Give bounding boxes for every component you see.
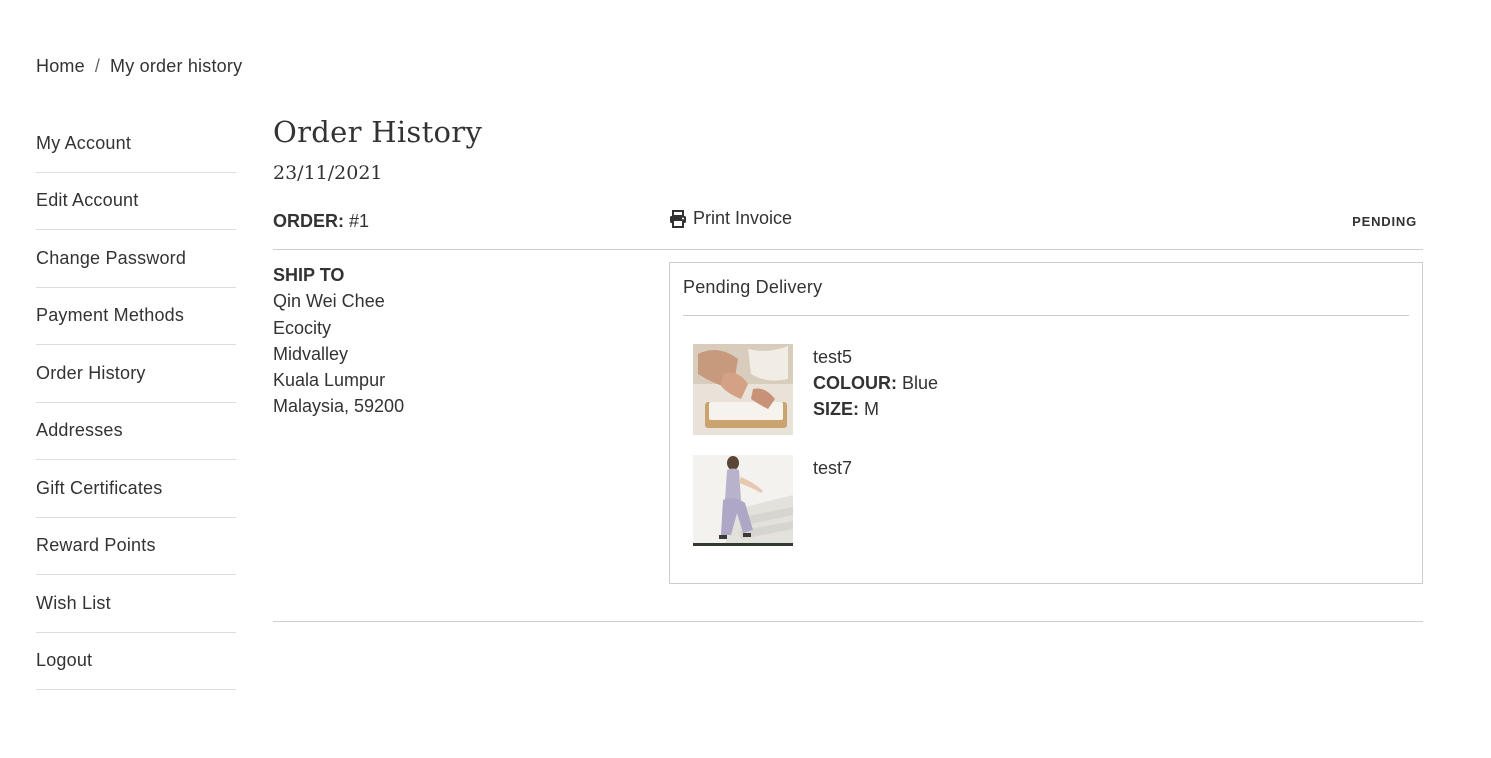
print-invoice-button[interactable]: Print Invoice (669, 208, 792, 229)
ship-to-line: Ecocity (273, 317, 332, 338)
ship-to-line: Qin Wei Chee (273, 291, 385, 312)
sidebar-item-wish-list[interactable]: Wish List (36, 575, 236, 633)
order-number-value: #1 (349, 211, 370, 231)
product-size-value: M (864, 399, 880, 419)
product-colour-label: COLOUR: (813, 373, 897, 393)
product-colour-value: Blue (902, 373, 939, 393)
order-status-badge: PENDING (1352, 214, 1417, 229)
product-name: test5 (813, 347, 853, 367)
breadcrumb-separator: / (94, 56, 101, 76)
product-image-graphic (693, 455, 793, 546)
breadcrumb-home-link[interactable]: Home (36, 56, 85, 77)
product-size: SIZE: M (813, 396, 938, 422)
sidebar-item-change-password[interactable]: Change Password (36, 230, 236, 288)
pending-delivery-box: Pending Delivery test5 COLOUR: Blue SIZE… (669, 262, 1423, 584)
account-sidebar: My Account Edit Account Change Password … (36, 115, 236, 690)
sidebar-item-my-account[interactable]: My Account (36, 115, 236, 173)
order-number: ORDER: #1 (273, 211, 369, 232)
order-label: ORDER: (273, 211, 344, 231)
page-title: Order History (273, 115, 483, 149)
page: Home / My order history My Account Edit … (0, 0, 1491, 758)
order-history-main: Order History 23/11/2021 ORDER: #1 Print… (273, 112, 1423, 622)
product-image[interactable] (693, 344, 793, 435)
ship-to-block: SHIP TO Qin Wei Chee Ecocity Midvalley K… (273, 262, 404, 420)
order-summary-row: ORDER: #1 Print Invoice PENDING (273, 208, 1423, 250)
sidebar-item-gift-certificates[interactable]: Gift Certificates (36, 460, 236, 518)
ship-to-line: Malaysia, 59200 (273, 396, 405, 417)
product-size-label: SIZE: (813, 399, 860, 419)
product-info: test7 (813, 455, 852, 481)
sidebar-item-addresses[interactable]: Addresses (36, 403, 236, 460)
bottom-divider (273, 621, 1423, 622)
sidebar-item-edit-account[interactable]: Edit Account (36, 173, 236, 230)
sidebar-item-reward-points[interactable]: Reward Points (36, 518, 236, 575)
sidebar-item-logout[interactable]: Logout (36, 633, 236, 690)
breadcrumb: Home / My order history (36, 56, 242, 77)
ship-to-line: Kuala Lumpur (273, 370, 386, 391)
ship-to-line: Midvalley (273, 343, 349, 364)
product-image[interactable] (693, 455, 793, 546)
order-date: 23/11/2021 (273, 162, 383, 184)
print-invoice-label: Print Invoice (693, 208, 793, 228)
product-info: test5 COLOUR: Blue SIZE: M (813, 344, 938, 422)
ship-to-title: SHIP TO (273, 265, 345, 285)
sidebar-item-order-history[interactable]: Order History (36, 345, 236, 403)
product-image-graphic (693, 344, 793, 435)
breadcrumb-current-link[interactable]: My order history (110, 56, 242, 77)
product-colour: COLOUR: Blue (813, 370, 938, 396)
printer-icon (670, 209, 686, 228)
product-name: test7 (813, 458, 853, 478)
delivery-header: Pending Delivery (683, 277, 1409, 316)
sidebar-item-payment-methods[interactable]: Payment Methods (36, 288, 236, 345)
